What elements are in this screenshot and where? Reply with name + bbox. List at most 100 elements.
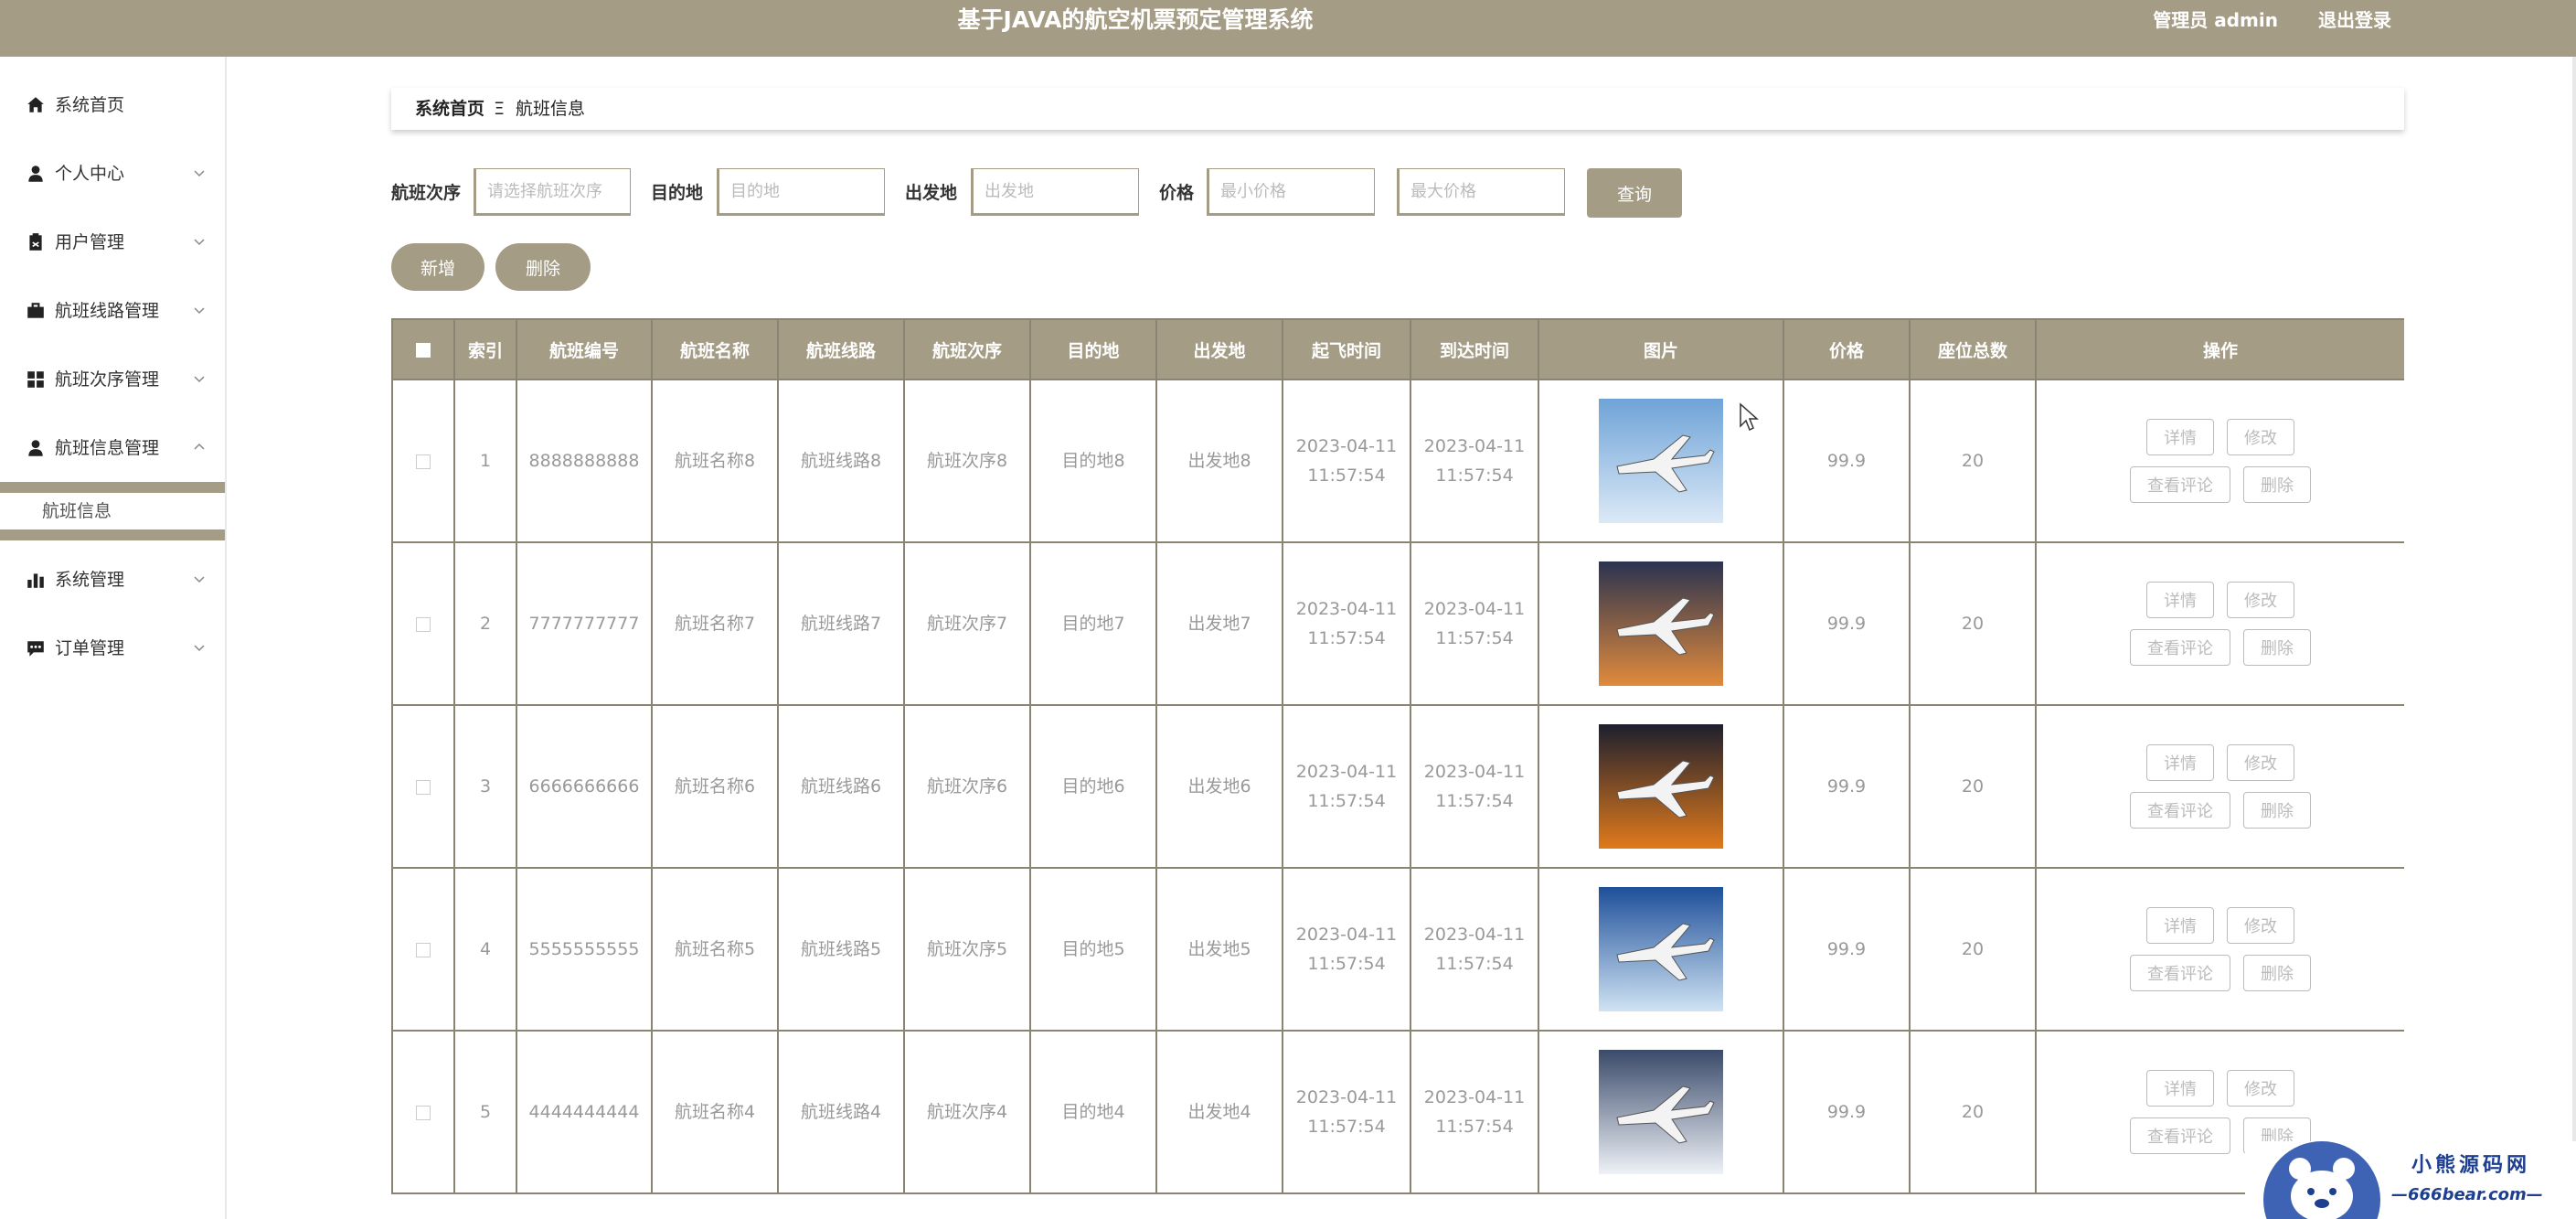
airplane-photo[interactable]: [1599, 399, 1723, 523]
delete-button[interactable]: 删除: [2243, 792, 2311, 829]
logout-link[interactable]: 退出登录: [2318, 0, 2391, 40]
query-button[interactable]: 查询: [1587, 168, 1682, 218]
view-comments-button[interactable]: 查看评论: [2130, 955, 2230, 991]
row-checkbox[interactable]: [416, 454, 431, 469]
sidebar-item-users[interactable]: 用户管理: [0, 214, 225, 269]
row-select-cell[interactable]: [391, 541, 455, 706]
cell-route: 航班线路4: [777, 1030, 905, 1194]
sidebar-item-home[interactable]: 系统首页: [0, 77, 225, 132]
header-actions: 操作: [2035, 318, 2404, 380]
detail-button[interactable]: 详情: [2146, 419, 2214, 455]
add-button[interactable]: 新增: [391, 243, 484, 291]
sidebar-item-orders-seq[interactable]: 航班次序管理: [0, 351, 225, 406]
chevron-down-icon: [194, 645, 205, 652]
cell-destination: 目的地8: [1029, 379, 1157, 543]
home-icon: [27, 97, 44, 112]
table-row: 2 7777777777 航班名称7 航班线路7 航班次序7 目的地7 出发地7 2023-0…: [391, 541, 2404, 706]
cell-order: 航班次序4: [903, 1030, 1031, 1194]
delete-button[interactable]: 删除: [2243, 955, 2311, 991]
sidebar-item-flight-info[interactable]: 航班信息管理: [0, 420, 225, 475]
sidebar-subitem-flight-info[interactable]: 航班信息: [42, 495, 112, 528]
row-select-cell[interactable]: [391, 867, 455, 1032]
origin-input[interactable]: [971, 168, 1139, 216]
breadcrumb-home[interactable]: 系统首页: [415, 88, 484, 130]
row-select-cell[interactable]: [391, 379, 455, 543]
row-checkbox[interactable]: [416, 942, 431, 957]
arrival-date: 2023-04-11: [1423, 599, 1526, 619]
briefcase-icon: [27, 303, 44, 318]
origin-label: 出发地: [905, 183, 958, 203]
airplane-photo[interactable]: [1599, 1050, 1723, 1174]
person-icon: [28, 440, 43, 456]
cell-image: [1538, 541, 1784, 706]
min-price-input[interactable]: [1207, 168, 1375, 216]
sidebar-item-routes[interactable]: 航班线路管理: [0, 283, 225, 337]
sidebar-item-label: 系统首页: [55, 95, 125, 115]
header-arrival: 到达时间: [1410, 318, 1539, 380]
row-select-cell[interactable]: [391, 1030, 455, 1194]
edit-button[interactable]: 修改: [2227, 1070, 2294, 1107]
airplane-photo[interactable]: [1599, 561, 1723, 686]
view-comments-button[interactable]: 查看评论: [2130, 629, 2230, 666]
detail-button[interactable]: 详情: [2146, 744, 2214, 781]
cell-image: [1538, 1030, 1784, 1194]
edit-button[interactable]: 修改: [2227, 419, 2294, 455]
header-departure: 起飞时间: [1282, 318, 1411, 380]
select-all-checkbox[interactable]: [416, 342, 431, 358]
cell-destination: 目的地6: [1029, 704, 1157, 869]
table-row: 4 5555555555 航班名称5 航班线路5 航班次序5 目的地5 出发地5 2023-0…: [391, 867, 2404, 1032]
cell-price: 99.9: [1783, 867, 1911, 1032]
view-comments-button[interactable]: 查看评论: [2130, 466, 2230, 503]
row-select-cell[interactable]: [391, 704, 455, 869]
select-all-cell[interactable]: [391, 318, 455, 380]
chevron-down-icon: [194, 376, 205, 383]
row-checkbox[interactable]: [416, 1105, 431, 1120]
sidebar-item-label: 航班次序管理: [55, 369, 160, 390]
bear-logo-icon: [2263, 1141, 2380, 1219]
row-checkbox[interactable]: [416, 779, 431, 795]
chevron-down-icon: [194, 170, 205, 177]
destination-input[interactable]: [717, 168, 885, 216]
cell-price: 99.9: [1783, 541, 1911, 706]
cell-actions: 详情 修改查看评论 删除: [2035, 379, 2404, 543]
delete-button[interactable]: 删除: [2243, 629, 2311, 666]
cell-arrival: 2023-04-11 11:57:54: [1410, 704, 1539, 869]
cell-origin: 出发地5: [1155, 867, 1283, 1032]
detail-button[interactable]: 详情: [2146, 907, 2214, 944]
header-index: 索引: [453, 318, 517, 380]
submenu-divider: [0, 529, 225, 540]
cell-index: 2: [453, 541, 517, 706]
view-comments-button[interactable]: 查看评论: [2130, 1117, 2230, 1154]
view-comments-button[interactable]: 查看评论: [2130, 792, 2230, 829]
arrival-time: 11:57:54: [1435, 465, 1514, 486]
cell-arrival: 2023-04-11 11:57:54: [1410, 541, 1539, 706]
airplane-photo[interactable]: [1599, 724, 1723, 849]
top-bar: 基于JAVA的航空机票预定管理系统 管理员 admin 退出登录: [0, 0, 2576, 57]
table-row: 5 4444444444 航班名称4 航班线路4 航班次序4 目的地4 出发地4 2023-0…: [391, 1030, 2404, 1194]
cell-route: 航班线路7: [777, 541, 905, 706]
airplane-photo[interactable]: [1599, 887, 1723, 1011]
sidebar-item-system[interactable]: 系统管理: [0, 551, 225, 606]
cell-price: 99.9: [1783, 1030, 1911, 1194]
scrollbar-track[interactable]: [2572, 57, 2576, 1219]
batch-delete-button[interactable]: 删除: [495, 243, 591, 291]
detail-button[interactable]: 详情: [2146, 582, 2214, 618]
cell-destination: 目的地7: [1029, 541, 1157, 706]
departure-time: 11:57:54: [1307, 1117, 1386, 1137]
cell-seats: 20: [1909, 379, 2037, 543]
cell-departure: 2023-04-11 11:57:54: [1282, 704, 1411, 869]
edit-button[interactable]: 修改: [2227, 907, 2294, 944]
edit-button[interactable]: 修改: [2227, 582, 2294, 618]
sidebar-item-orders[interactable]: 订单管理: [0, 620, 225, 675]
clipboard-icon: [29, 233, 42, 251]
max-price-input[interactable]: [1397, 168, 1565, 216]
flight-order-input[interactable]: [474, 168, 631, 216]
edit-button[interactable]: 修改: [2227, 744, 2294, 781]
mouse-cursor-icon: [1740, 402, 1759, 432]
cell-price: 99.9: [1783, 379, 1911, 543]
sidebar-item-personal[interactable]: 个人中心: [0, 145, 225, 200]
delete-button[interactable]: 删除: [2243, 466, 2311, 503]
detail-button[interactable]: 详情: [2146, 1070, 2214, 1107]
cell-image: [1538, 704, 1784, 869]
row-checkbox[interactable]: [416, 616, 431, 632]
